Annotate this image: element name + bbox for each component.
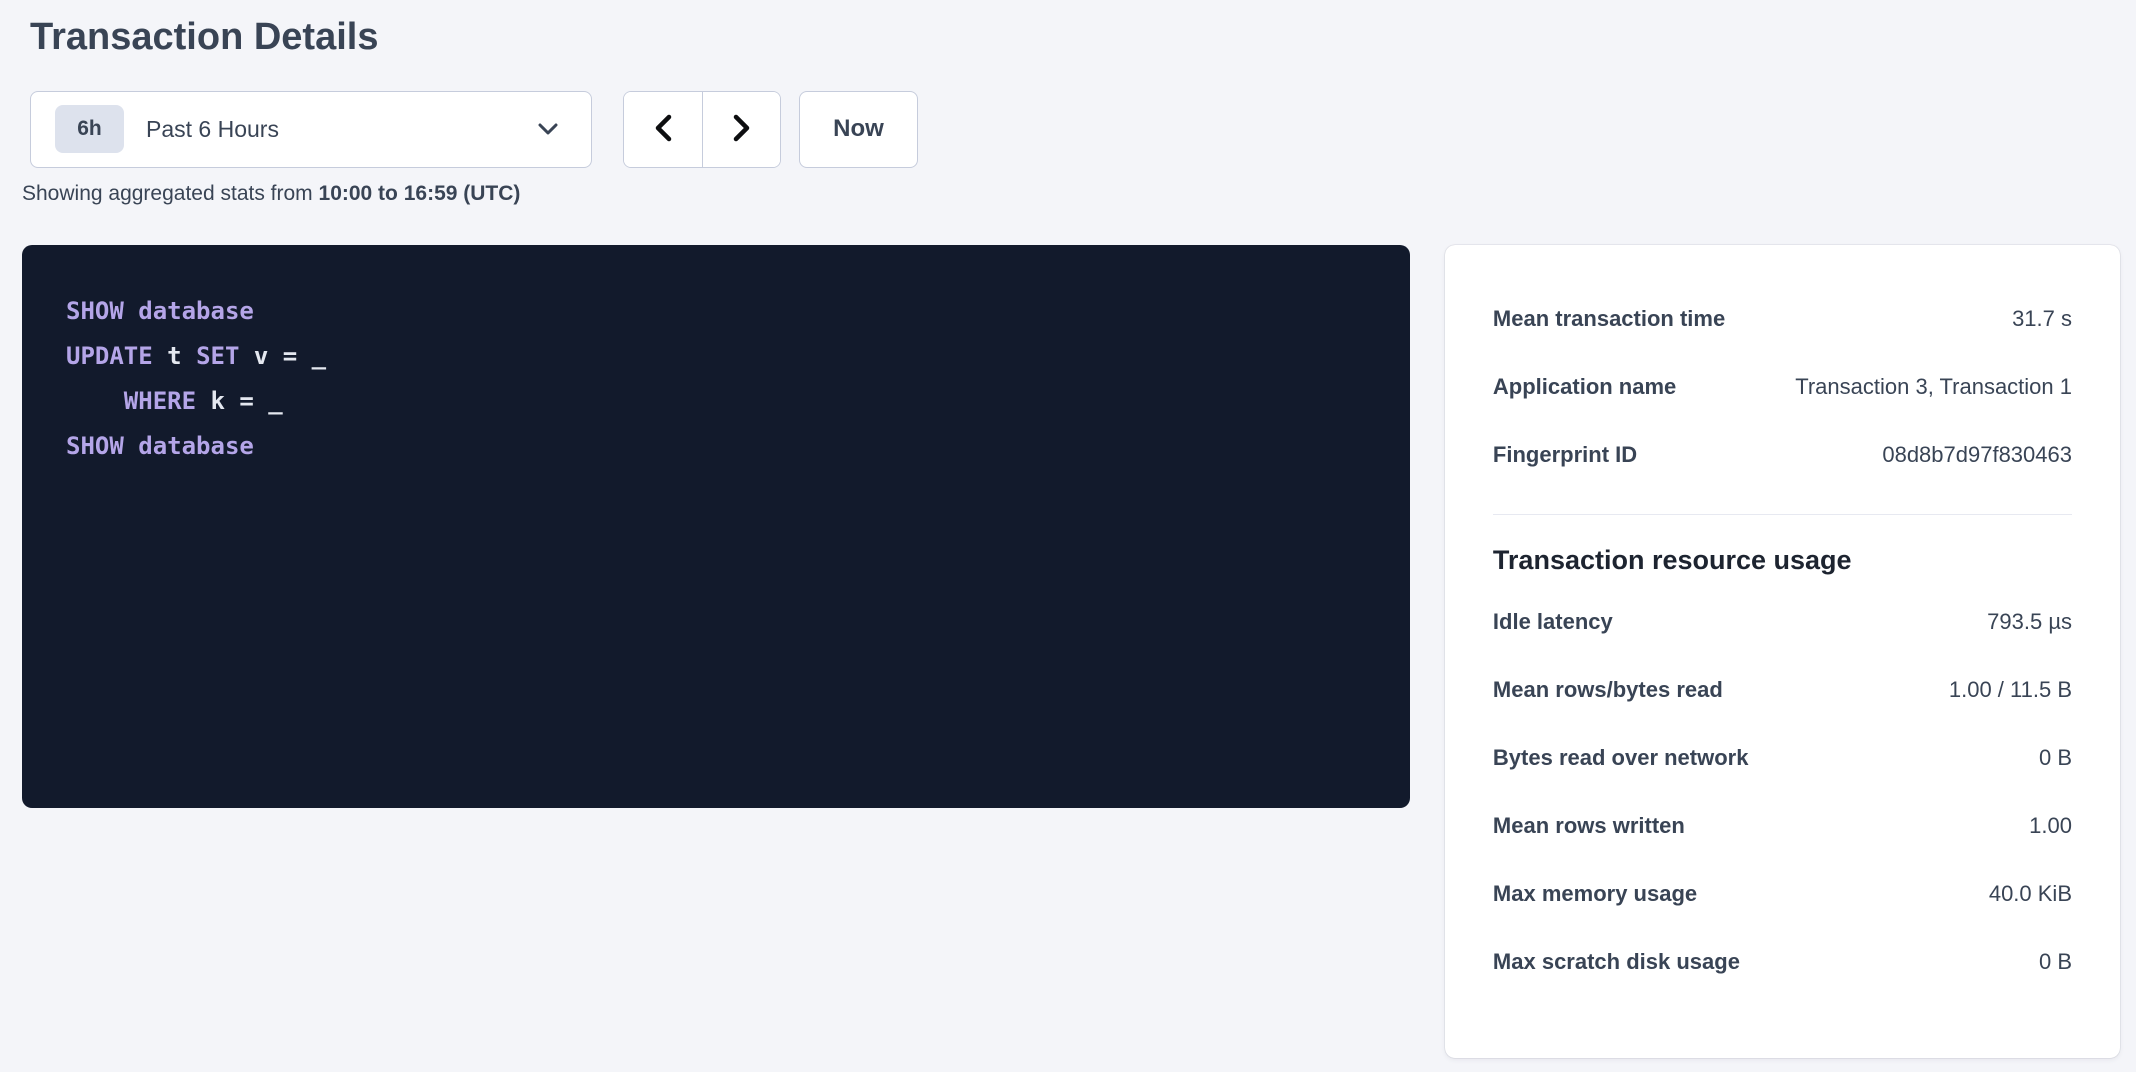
time-step-button-group bbox=[623, 91, 781, 168]
time-range-dropdown[interactable]: 6h Past 6 Hours bbox=[30, 91, 592, 168]
detail-row: Idle latency 793.5 µs bbox=[1493, 588, 2072, 656]
usage-rows: Idle latency 793.5 µs Mean rows/bytes re… bbox=[1493, 588, 2072, 996]
resource-usage-header: Transaction resource usage bbox=[1493, 545, 2072, 576]
aggregated-stats-subtitle: Showing aggregated stats from 10:00 to 1… bbox=[22, 180, 2120, 208]
detail-row-label: Fingerprint ID bbox=[1493, 442, 1637, 468]
detail-row-label: Bytes read over network bbox=[1493, 745, 1749, 771]
detail-row-label: Max memory usage bbox=[1493, 881, 1697, 907]
detail-row-value: 0 B bbox=[2039, 745, 2072, 771]
subtitle-time-range: 10:00 to 16:59 (UTC) bbox=[319, 182, 521, 205]
detail-row-value: 1.00 / 11.5 B bbox=[1949, 677, 2072, 703]
detail-row-label: Idle latency bbox=[1493, 609, 1613, 635]
detail-row: Application name Transaction 3, Transact… bbox=[1493, 353, 2072, 421]
sql-line: WHERE k = _ bbox=[66, 379, 1380, 424]
sql-line: SHOW database bbox=[66, 424, 1380, 469]
sql-line: SHOW database bbox=[66, 289, 1380, 334]
detail-row: Bytes read over network 0 B bbox=[1493, 724, 2072, 792]
detail-row-value: 08d8b7d97f830463 bbox=[1882, 442, 2072, 468]
detail-row-label: Max scratch disk usage bbox=[1493, 949, 1740, 975]
detail-row: Mean rows/bytes read 1.00 / 11.5 B bbox=[1493, 656, 2072, 724]
detail-row: Max memory usage 40.0 KiB bbox=[1493, 860, 2072, 928]
detail-row-label: Mean rows/bytes read bbox=[1493, 677, 1723, 703]
card-divider bbox=[1493, 514, 2072, 515]
detail-row-label: Mean rows written bbox=[1493, 813, 1685, 839]
next-time-button[interactable] bbox=[702, 92, 780, 167]
sql-statements-box: SHOW databaseUPDATE t SET v = _ WHERE k … bbox=[22, 245, 1410, 808]
transaction-details-page: Transaction Details 6h Past 6 Hours bbox=[0, 0, 2136, 1058]
detail-row: Mean rows written 1.00 bbox=[1493, 792, 2072, 860]
summary-rows: Mean transaction time 31.7 s Application… bbox=[1493, 285, 2072, 489]
detail-row-value: 31.7 s bbox=[2012, 306, 2072, 332]
detail-row: Fingerprint ID 08d8b7d97f830463 bbox=[1493, 421, 2072, 489]
time-controls: 6h Past 6 Hours bbox=[30, 91, 2120, 168]
detail-row: Max scratch disk usage 0 B bbox=[1493, 928, 2072, 996]
transaction-details-card: Mean transaction time 31.7 s Application… bbox=[1445, 245, 2120, 1058]
detail-row-value: 40.0 KiB bbox=[1989, 881, 2072, 907]
subtitle-prefix: Showing aggregated stats from bbox=[22, 182, 319, 205]
time-range-label: Past 6 Hours bbox=[146, 116, 537, 143]
previous-time-button[interactable] bbox=[624, 92, 702, 167]
chevron-left-icon bbox=[652, 113, 674, 146]
detail-row-label: Application name bbox=[1493, 374, 1676, 400]
time-range-badge: 6h bbox=[55, 105, 124, 153]
chevron-right-icon bbox=[731, 113, 753, 146]
detail-row-label: Mean transaction time bbox=[1493, 306, 1725, 332]
detail-row-value: Transaction 3, Transaction 1 bbox=[1795, 374, 2072, 400]
page-title: Transaction Details bbox=[30, 14, 2120, 62]
detail-row-value: 793.5 µs bbox=[1987, 609, 2072, 635]
detail-row: Mean transaction time 31.7 s bbox=[1493, 285, 2072, 353]
detail-row-value: 1.00 bbox=[2029, 813, 2072, 839]
sql-line: UPDATE t SET v = _ bbox=[66, 334, 1380, 379]
now-button[interactable]: Now bbox=[799, 91, 918, 168]
detail-row-value: 0 B bbox=[2039, 949, 2072, 975]
main-content: SHOW databaseUPDATE t SET v = _ WHERE k … bbox=[22, 245, 2120, 1058]
chevron-down-icon bbox=[537, 122, 559, 136]
